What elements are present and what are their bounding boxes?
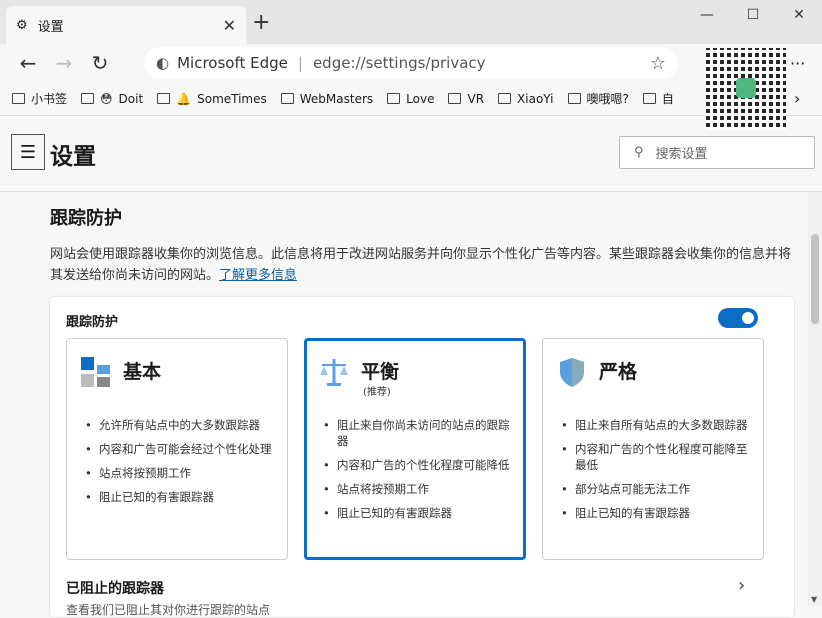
- url-text: edge://settings/privacy: [312, 54, 486, 72]
- search-placeholder: 搜索设置: [655, 147, 708, 162]
- scroll-down-icon[interactable]: ▼: [811, 595, 817, 604]
- tab-title: 设置: [37, 19, 64, 35]
- site-name: Microsoft Edge: [177, 54, 288, 72]
- section-description: 网站会使用跟踪器收集你的浏览信息。此信息将用于改进网站服务并向你显示个性化广告等…: [50, 244, 800, 286]
- bookmark-label: SomeTimes: [197, 91, 267, 106]
- chevron-right-icon[interactable]: ›: [738, 575, 745, 596]
- folder-icon: [280, 93, 294, 104]
- refresh-button[interactable]: ↻: [82, 51, 118, 75]
- card-bullet: 内容和广告的个性化程度可能降低: [323, 457, 513, 473]
- bookmark[interactable]: 😳 Doit: [81, 92, 143, 106]
- card-bullet: 阻止来自所有站点的大多数跟踪器: [561, 417, 753, 433]
- card-bullet: 内容和广告可能会经过个性化处理: [85, 441, 277, 457]
- search-icon: ⚲: [634, 145, 644, 160]
- scrollbar[interactable]: ▼: [808, 192, 822, 606]
- emoji-icon: 😳: [100, 91, 113, 106]
- folder-icon: [157, 93, 171, 104]
- panel-title: 跟踪防护: [66, 315, 119, 330]
- card-balanced[interactable]: 平衡 (推荐) 阻止来自你尚未访问的站点的跟踪器内容和广告的个性化程度可能降低站…: [304, 338, 526, 560]
- search-settings-input[interactable]: ⚲ 搜索设置: [619, 136, 815, 169]
- bookmark[interactable]: 自: [642, 90, 674, 107]
- description-text: 网站会使用跟踪器收集你的浏览信息。此信息将用于改进网站服务并向你显示个性化广告等…: [50, 247, 792, 283]
- learn-more-link[interactable]: 了解更多信息: [219, 268, 297, 283]
- bookmark-label: Love: [406, 91, 435, 106]
- card-title: 平衡: [361, 361, 400, 383]
- bookmark-label: XiaoYi: [517, 91, 554, 106]
- gear-icon: ⚙: [16, 17, 28, 33]
- toolbar: ← → ↻ ◐ Microsoft Edge | edge://settings…: [0, 44, 822, 82]
- hamburger-menu-button[interactable]: ☰: [11, 134, 45, 170]
- folder-icon: [567, 93, 581, 104]
- close-tab-button[interactable]: ✕: [223, 16, 236, 35]
- tab-settings[interactable]: ⚙ 设置 ✕: [6, 6, 246, 44]
- bookmark-label: 噢哦嗯?: [586, 92, 629, 106]
- card-bullet: 站点将按预期工作: [85, 465, 277, 481]
- card-basic[interactable]: 基本 允许所有站点中的大多数跟踪器内容和广告可能会经过个性化处理站点将按预期工作…: [66, 338, 288, 560]
- folder-icon: [12, 93, 25, 104]
- bookmark[interactable]: WebMasters: [280, 91, 374, 106]
- card-bullet: 站点将按预期工作: [323, 481, 513, 497]
- new-tab-button[interactable]: +: [252, 10, 270, 35]
- tab-bar: ⚙ 设置 ✕ + — ☐ ✕: [0, 0, 822, 44]
- bookmark[interactable]: 小书签: [12, 90, 67, 107]
- scrollbar-thumb[interactable]: [811, 234, 819, 324]
- tracking-prevention-toggle[interactable]: [718, 308, 758, 328]
- edge-logo-icon: ◐: [156, 54, 170, 72]
- recommended-label: (推荐): [363, 387, 391, 398]
- bookmark-label: WebMasters: [299, 91, 374, 106]
- bookmark-label: VR: [467, 91, 485, 106]
- forward-button[interactable]: →: [46, 51, 82, 75]
- maximize-button[interactable]: ☐: [730, 0, 776, 30]
- close-window-button[interactable]: ✕: [776, 0, 822, 30]
- card-bullet: 部分站点可能无法工作: [561, 481, 753, 497]
- card-bullet: 阻止已知的有害跟踪器: [323, 505, 513, 521]
- bookmark[interactable]: XiaoYi: [498, 92, 554, 106]
- section-title: 跟踪防护: [50, 208, 122, 229]
- card-bullet: 阻止已知的有害跟踪器: [561, 505, 753, 521]
- folder-icon: [448, 93, 462, 104]
- folder-icon: [498, 93, 512, 104]
- card-title: 严格: [599, 361, 638, 383]
- favorite-star-icon[interactable]: ☆: [650, 53, 666, 74]
- bell-icon: 🔔: [176, 91, 192, 106]
- basic-blocks-icon: [81, 357, 110, 387]
- card-strict[interactable]: 严格 阻止来自所有站点的大多数跟踪器内容和广告的个性化程度可能降至最低部分站点可…: [542, 338, 764, 560]
- back-button[interactable]: ←: [10, 51, 46, 75]
- page-title: 设置: [50, 144, 96, 170]
- bookmark[interactable]: VR: [448, 92, 484, 106]
- more-menu-button[interactable]: ···: [790, 54, 805, 73]
- bookmark[interactable]: 🔔 SomeTimes: [157, 92, 267, 106]
- folder-icon: [387, 93, 401, 104]
- folder-icon: [642, 93, 656, 104]
- bookmarks-bar: 小书签 😳 Doit 🔔 SomeTimes WebMasters Love VR …: [0, 82, 822, 116]
- card-bullet: 阻止来自你尚未访问的站点的跟踪器: [323, 417, 513, 449]
- bookmark[interactable]: 噢哦嗯?: [567, 90, 629, 107]
- chevron-right-icon[interactable]: ›: [794, 89, 800, 108]
- scales-icon: [320, 359, 348, 386]
- bookmark[interactable]: Love: [387, 92, 434, 106]
- folder-icon: [81, 93, 95, 104]
- qr-code-overlay: [706, 48, 786, 130]
- minimize-button[interactable]: —: [684, 0, 730, 30]
- bookmark-label: 小书签: [31, 92, 68, 106]
- bookmark-label: Doit: [118, 91, 144, 106]
- card-bullet: 阻止已知的有害跟踪器: [85, 489, 277, 505]
- tracking-prevention-panel: 跟踪防护 基本 允许所有站点中的大多数跟踪器内容和广告可能会经过个性化处理站点将…: [50, 297, 794, 617]
- card-bullet: 允许所有站点中的大多数跟踪器: [85, 417, 277, 433]
- address-bar[interactable]: ◐ Microsoft Edge | edge://settings/priva…: [144, 47, 678, 79]
- blocked-trackers-link[interactable]: 已阻止的跟踪器: [66, 578, 164, 598]
- card-bullet: 内容和广告的个性化程度可能降至最低: [561, 441, 753, 473]
- blocked-trackers-description: 查看我们已阻止其对你进行跟踪的站点: [66, 603, 271, 617]
- shield-icon: [560, 358, 584, 387]
- bookmark-label: 自: [661, 92, 674, 106]
- card-title: 基本: [123, 361, 162, 383]
